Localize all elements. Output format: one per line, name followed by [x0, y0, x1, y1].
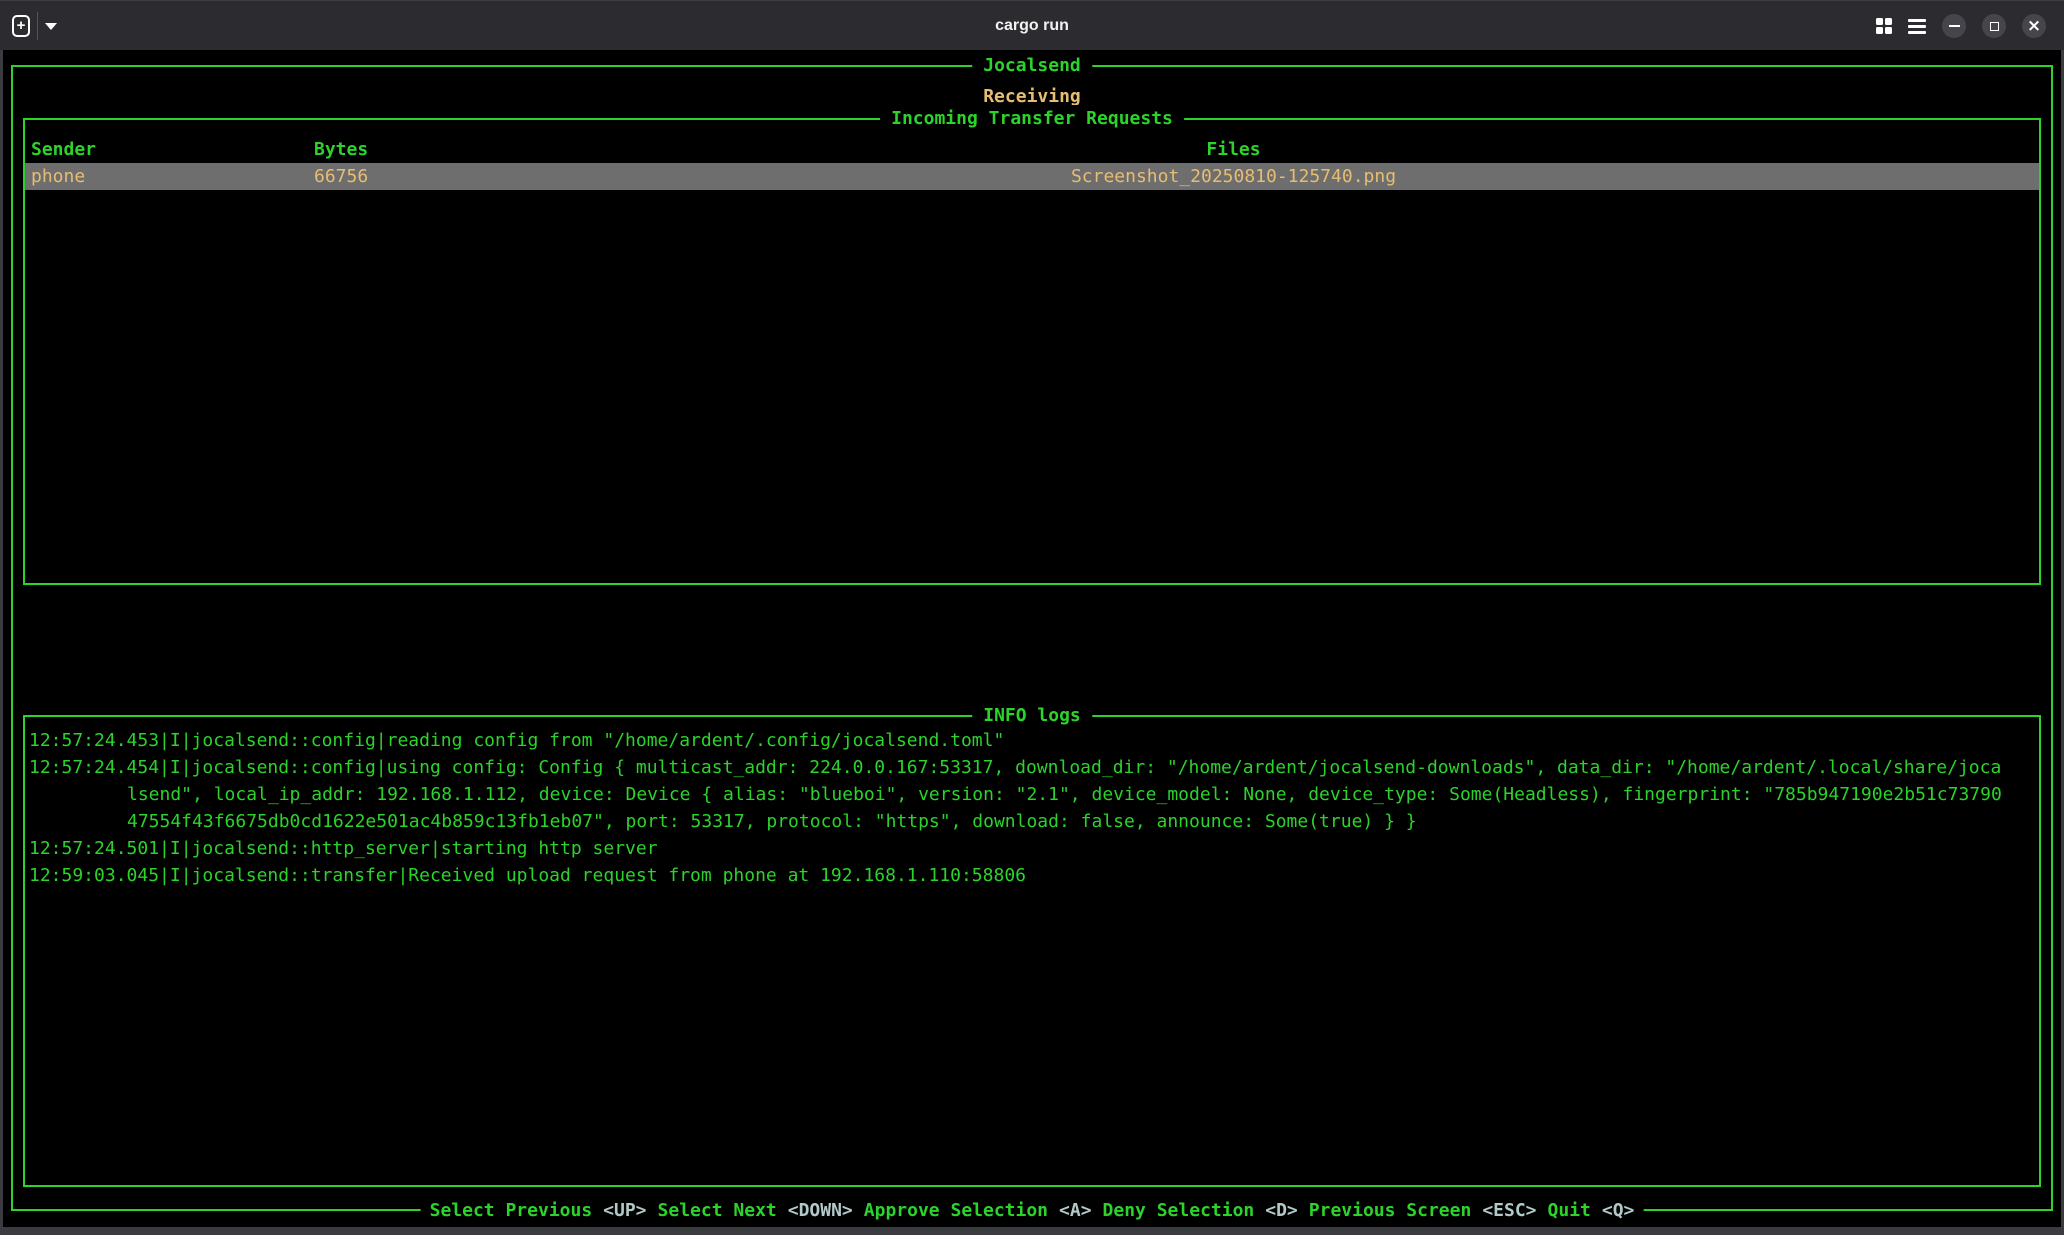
keybind-approve-selection: Approve Selection<A>: [864, 1197, 1092, 1224]
column-header-bytes: Bytes: [314, 136, 428, 163]
terminal-window: + cargo run ×: [0, 0, 2064, 1235]
transfer-table: Sender Bytes Files phone 66756 Screensho…: [25, 136, 2039, 190]
window-title: cargo run: [995, 17, 1069, 35]
key-hint: <Q>: [1602, 1197, 1635, 1224]
info-logs-title: INFO logs: [972, 702, 1092, 729]
minimize-button[interactable]: [1942, 14, 1966, 38]
cell-sender: phone: [31, 163, 314, 190]
keybind-quit: Quit<Q>: [1548, 1197, 1635, 1224]
plus-icon: +: [12, 15, 30, 37]
column-header-files: Files: [428, 136, 2039, 163]
key-hint: <D>: [1265, 1197, 1298, 1224]
maximize-button[interactable]: [1982, 14, 2006, 38]
keybind-previous-screen: Previous Screen<ESC>: [1309, 1197, 1537, 1224]
close-button[interactable]: ×: [2022, 14, 2046, 38]
window-controls: ×: [1876, 1, 2046, 51]
keybinding-bar: Select Previous<UP> Select Next<DOWN> Ap…: [421, 1197, 1644, 1224]
log-line: 12:57:24.454|I|jocalsend::config|using c…: [29, 754, 2039, 781]
tab-controls: +: [12, 1, 57, 51]
log-lines: 12:57:24.453|I|jocalsend::config|reading…: [25, 717, 2039, 889]
headerbar: + cargo run ×: [0, 0, 2064, 50]
key-hint: <DOWN>: [788, 1197, 853, 1224]
app-frame: Jocalsend Receiving Incoming Transfer Re…: [11, 65, 2053, 1211]
incoming-transfers-title: Incoming Transfer Requests: [880, 105, 1184, 132]
close-icon: ×: [2027, 18, 2041, 35]
log-line-continuation: 47554f43f6675db0cd1622e501ac4b859c13fb1e…: [29, 808, 2039, 835]
terminal-screen[interactable]: Jocalsend Receiving Incoming Transfer Re…: [3, 50, 2061, 1227]
key-hint: <UP>: [603, 1197, 646, 1224]
divider: [37, 12, 38, 40]
tab-overview-button[interactable]: [1876, 18, 1892, 34]
info-logs-panel: INFO logs 12:57:24.453|I|jocalsend::conf…: [23, 715, 2041, 1187]
transfer-table-header: Sender Bytes Files: [25, 136, 2039, 163]
cell-bytes: 66756: [314, 163, 428, 190]
keybind-deny-selection: Deny Selection<D>: [1103, 1197, 1298, 1224]
maximize-icon: [1990, 22, 1999, 31]
column-header-sender: Sender: [31, 136, 314, 163]
key-hint: <A>: [1059, 1197, 1092, 1224]
minimize-icon: [1949, 25, 1960, 28]
menu-button[interactable]: [1908, 19, 1926, 34]
chevron-down-icon: [45, 23, 57, 30]
new-tab-dropdown-button[interactable]: [45, 23, 57, 30]
cell-files: Screenshot_20250810-125740.png: [428, 163, 2039, 190]
log-line: 12:57:24.501|I|jocalsend::http_server|st…: [29, 835, 2039, 862]
hamburger-icon: [1908, 19, 1926, 34]
new-tab-button[interactable]: +: [12, 15, 30, 37]
app-title: Jocalsend: [972, 52, 1092, 79]
keybind-select-previous: Select Previous<UP>: [430, 1197, 647, 1224]
log-line-continuation: lsend", local_ip_addr: 192.168.1.112, de…: [29, 781, 2039, 808]
key-hint: <ESC>: [1482, 1197, 1536, 1224]
incoming-transfers-panel: Incoming Transfer Requests Sender Bytes …: [23, 118, 2041, 585]
grid-icon: [1876, 18, 1892, 34]
keybind-select-next: Select Next<DOWN>: [658, 1197, 853, 1224]
table-row-selected[interactable]: phone 66756 Screenshot_20250810-125740.p…: [25, 163, 2039, 190]
log-line: 12:59:03.045|I|jocalsend::transfer|Recei…: [29, 862, 2039, 889]
log-line: 12:57:24.453|I|jocalsend::config|reading…: [29, 727, 2039, 754]
